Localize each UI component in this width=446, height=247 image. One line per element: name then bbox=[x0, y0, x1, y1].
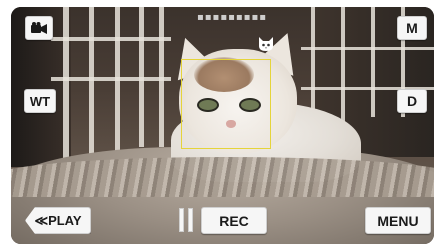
cage-bar bbox=[301, 47, 434, 50]
zoom-button[interactable]: WT bbox=[24, 89, 56, 113]
record-button[interactable]: REC bbox=[201, 207, 267, 234]
pause-icon bbox=[188, 207, 193, 232]
cage-bar bbox=[341, 7, 345, 122]
status-indicator: ▪▪▪▪▪▪▪▪▪ bbox=[197, 12, 267, 23]
cage-bar bbox=[89, 7, 94, 157]
camera-viewfinder: ▪▪▪▪▪▪▪▪▪ M WT D ≪PLAY REC MENU bbox=[11, 7, 434, 244]
manual-mode-button[interactable]: M bbox=[397, 16, 427, 40]
movie-camera-icon bbox=[31, 22, 47, 34]
cage-bar bbox=[371, 7, 375, 117]
display-button[interactable]: D bbox=[397, 89, 427, 113]
pet-face-icon bbox=[259, 37, 273, 51]
cage-bar bbox=[63, 7, 69, 167]
cage-bar bbox=[51, 37, 171, 41]
playback-button[interactable]: ≪PLAY bbox=[25, 207, 91, 234]
movie-mode-button[interactable] bbox=[25, 16, 53, 40]
pause-button[interactable] bbox=[177, 207, 195, 232]
cage-bar bbox=[51, 77, 171, 81]
menu-button[interactable]: MENU bbox=[365, 207, 431, 234]
pet-bed-rim bbox=[11, 157, 434, 197]
pause-icon bbox=[179, 207, 184, 232]
face-detection-box bbox=[181, 59, 271, 149]
